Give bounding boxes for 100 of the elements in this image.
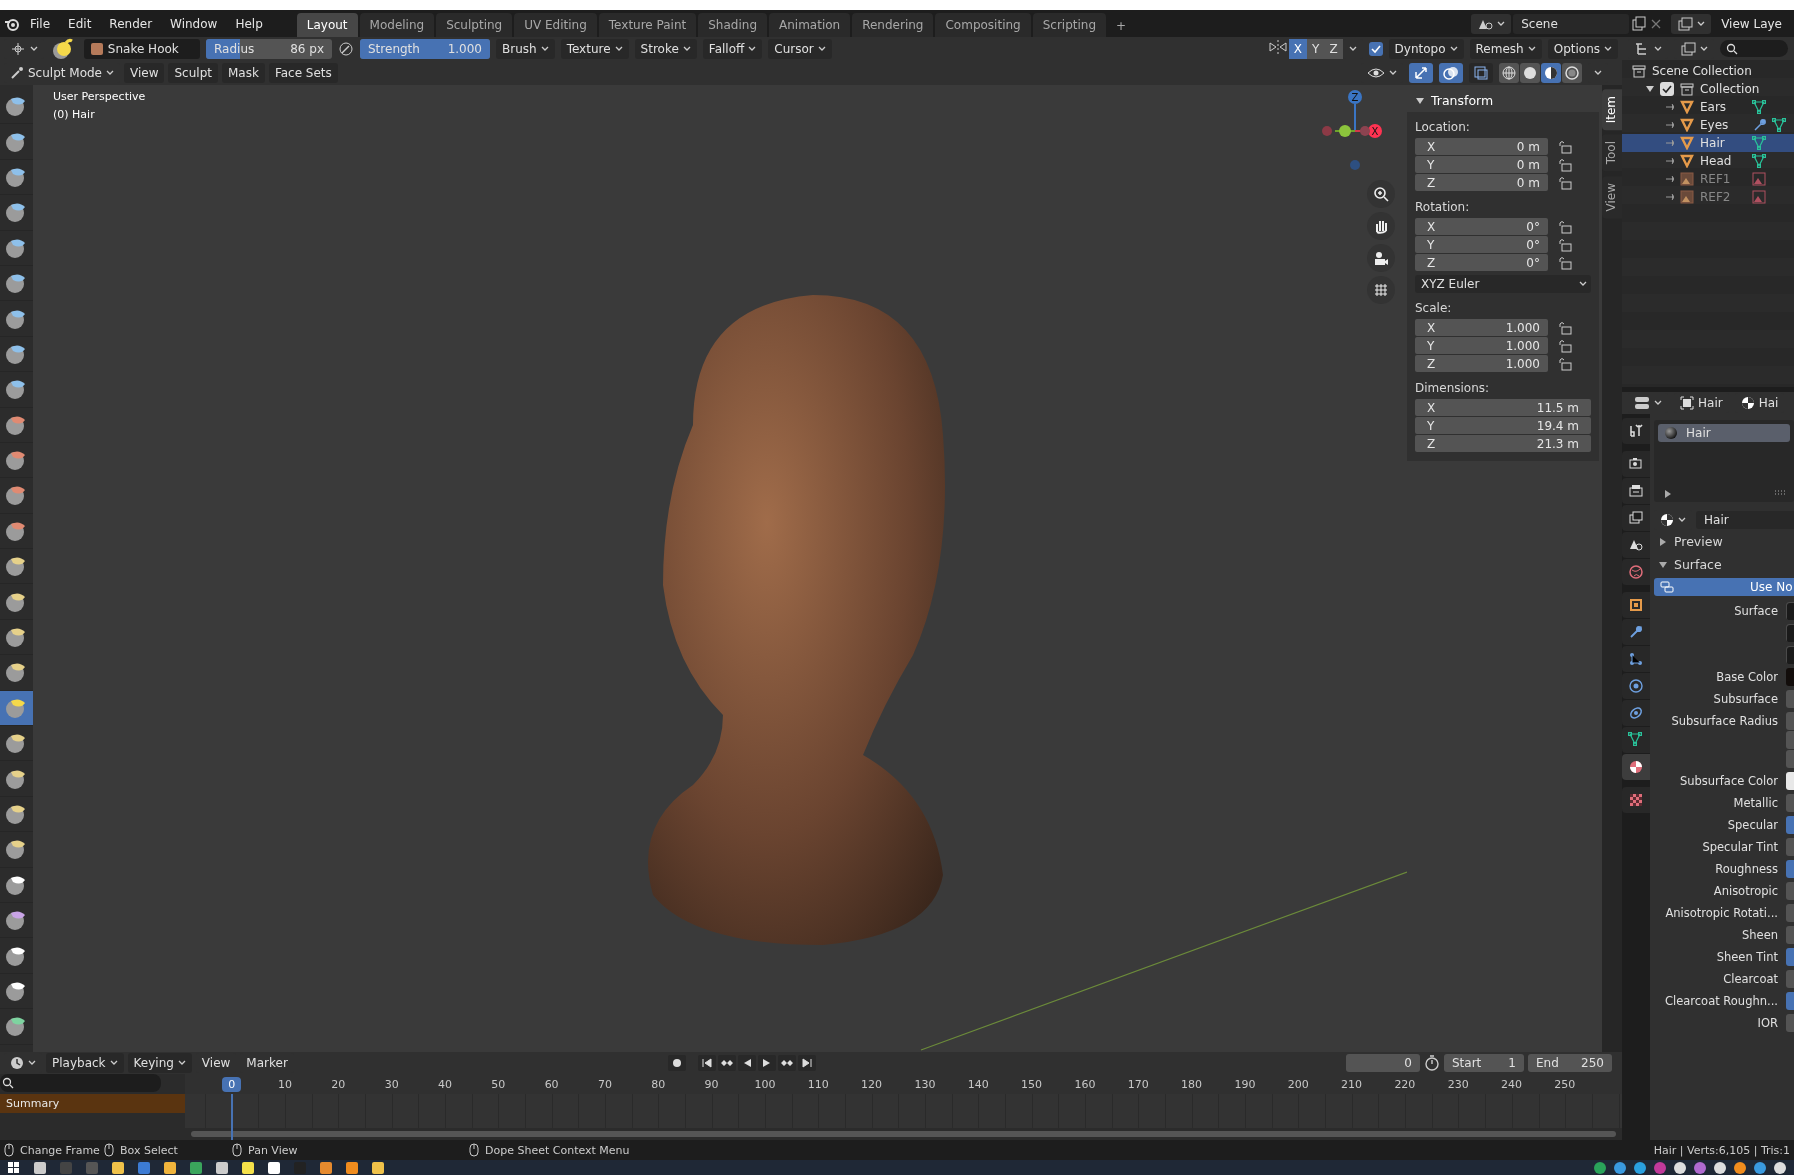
outliner-item[interactable]: Eyes — [1622, 116, 1794, 134]
frame-number: 30 — [384, 1077, 399, 1091]
outliner-item[interactable]: REF2 — [1622, 188, 1794, 206]
group-label: Rotation: — [1415, 199, 1471, 216]
frame-number: 110 — [807, 1077, 829, 1091]
frame-number: 210 — [1341, 1077, 1363, 1091]
menu-button[interactable]: Playback — [46, 1053, 124, 1073]
symmetry-axis-toggle[interactable]: Y — [1307, 38, 1325, 59]
group-label: Location: — [1415, 119, 1471, 136]
strength-slider[interactable]: Strength 1.000 — [360, 38, 490, 59]
number-field[interactable]: X 0 m — [1415, 138, 1548, 155]
workspace-tab[interactable]: Scripting — [1032, 13, 1107, 37]
dropdown-menu[interactable]: Texture — [560, 38, 629, 59]
number-field[interactable]: Y 1.000 — [1415, 337, 1548, 354]
property-label: Anisotropic — [1713, 883, 1778, 898]
frame-number: 150 — [1021, 1077, 1043, 1091]
outliner-item[interactable]: Collection — [1622, 80, 1794, 98]
number-field[interactable]: Y 0° — [1415, 236, 1548, 253]
workspace-tab[interactable]: UV Editing — [514, 13, 597, 37]
status-hint: Pan View — [248, 1143, 298, 1157]
number-field[interactable]: X 11.5 m — [1415, 399, 1591, 416]
menu-button[interactable]: View — [124, 62, 165, 83]
panel-header[interactable]: Surface — [1654, 553, 1794, 576]
dropdown-menu[interactable]: Cursor — [768, 38, 832, 59]
number-field[interactable]: X 0° — [1415, 218, 1548, 235]
dropdown-menu[interactable]: Brush — [496, 38, 555, 59]
workspace-tab[interactable]: Animation — [769, 13, 851, 37]
start-frame-field[interactable]: Start 1 — [1444, 1054, 1524, 1072]
sidebar-tab[interactable]: Tool — [1602, 134, 1622, 172]
property-label: Roughness — [1715, 861, 1778, 876]
workspace-tab[interactable]: Sculpting — [436, 13, 513, 37]
frame-number: 50 — [491, 1077, 506, 1091]
sidebar-tab[interactable]: Item — [1602, 89, 1622, 131]
scene-statistics: Hair | Verts:6,105 | Tris:1 — [1653, 1143, 1790, 1157]
outliner-item[interactable]: Hair — [1622, 134, 1794, 152]
material-name-field[interactable]: Hair — [1696, 511, 1794, 529]
frame-number: 60 — [544, 1077, 559, 1091]
dropdown-menu[interactable]: Falloff — [702, 38, 763, 59]
scene-field[interactable]: Scene — [1513, 13, 1630, 34]
dyntopo-menu[interactable]: Dyntopo — [1388, 38, 1464, 59]
property-label: Clearcoat — [1723, 971, 1778, 986]
number-field[interactable]: Z 0° — [1415, 254, 1548, 271]
frame-number: 180 — [1181, 1077, 1203, 1091]
workspace-tab[interactable]: Modeling — [359, 13, 435, 37]
number-field[interactable]: Z 21.3 m — [1415, 435, 1591, 452]
end-frame-field[interactable]: End 250 — [1528, 1054, 1612, 1072]
property-label: Specular — [1727, 817, 1778, 832]
menu-item[interactable]: File — [22, 13, 59, 34]
menu-item[interactable]: Edit — [60, 13, 100, 34]
sidebar-tab[interactable]: View — [1602, 175, 1622, 219]
workspace-tab[interactable]: Compositing — [935, 13, 1031, 37]
workspace-tab[interactable]: Shading — [698, 13, 767, 37]
symmetry-axis-toggle[interactable]: Z — [1324, 38, 1343, 59]
property-label: Subsurface Color — [1679, 773, 1778, 788]
panel-header[interactable]: Transform — [1407, 89, 1599, 112]
add-workspace-button[interactable]: + — [1108, 15, 1135, 37]
workspace-tab[interactable]: Layout — [296, 13, 358, 37]
menu-item[interactable]: Render — [101, 13, 161, 34]
number-field[interactable]: Z 1.000 — [1415, 355, 1548, 372]
number-field[interactable]: Z 0 m — [1415, 174, 1548, 191]
menu-item[interactable]: Help — [227, 13, 271, 34]
symmetry-axis-toggle[interactable]: X — [1288, 38, 1308, 59]
options-menu[interactable]: Options — [1547, 38, 1618, 59]
frame-number: 170 — [1127, 1077, 1149, 1091]
menu-button[interactable]: Mask — [221, 62, 265, 83]
channel-row[interactable]: Summary — [0, 1094, 185, 1113]
frame-number: 140 — [967, 1077, 989, 1091]
menu-button[interactable]: Sculpt — [168, 62, 218, 83]
material-slot[interactable]: Hair — [1658, 424, 1790, 442]
workspace-tab[interactable]: Rendering — [852, 13, 934, 37]
menu-button[interactable]: Keying — [127, 1053, 192, 1073]
frame-number: 250 — [1554, 1077, 1576, 1091]
current-frame-field[interactable]: 0 — [1346, 1054, 1420, 1072]
menu-button[interactable]: Face Sets — [268, 62, 338, 83]
frame-ruler[interactable]: 0 10 20 30 40 50 60 70 80 90 100 110 120 130 140 150 160 170 180 190 200 210 220 230 240 250 — [185, 1074, 1622, 1094]
view-layer-field[interactable]: View Laye — [1713, 13, 1790, 34]
frame-number: 240 — [1501, 1077, 1523, 1091]
property-label: Metallic — [1733, 795, 1778, 810]
property-label: IOR — [1757, 1015, 1778, 1030]
playhead-frame-label[interactable]: 0 — [222, 1076, 242, 1092]
number-field[interactable]: Y 19.4 m — [1415, 417, 1591, 434]
remesh-menu[interactable]: Remesh — [1469, 38, 1542, 59]
outliner-item[interactable]: Scene Collection — [1622, 62, 1794, 80]
outliner-item[interactable]: REF1 — [1622, 170, 1794, 188]
dropdown-menu[interactable]: Stroke — [634, 38, 697, 59]
outliner-item[interactable]: Ears — [1622, 98, 1794, 116]
group-label: Dimensions: — [1415, 380, 1491, 397]
panel-header[interactable]: Preview — [1654, 530, 1794, 553]
number-field[interactable]: X 1.000 — [1415, 319, 1548, 336]
rotation-mode-dropdown[interactable]: XYZ Euler — [1415, 275, 1591, 293]
axis-label: Z — [1351, 92, 1359, 103]
property-label: Subsurface — [1713, 691, 1778, 706]
frame-number: 130 — [914, 1077, 936, 1091]
outliner-item[interactable]: Head — [1622, 152, 1794, 170]
workspace-tab[interactable]: Texture Paint — [598, 13, 697, 37]
brush-name-field[interactable]: Snake Hook — [84, 38, 200, 59]
frame-number: 230 — [1447, 1077, 1469, 1091]
number-field[interactable]: Y 0 m — [1415, 156, 1548, 173]
use-nodes-button[interactable]: Use No — [1654, 578, 1794, 596]
menu-item[interactable]: Window — [162, 13, 226, 34]
